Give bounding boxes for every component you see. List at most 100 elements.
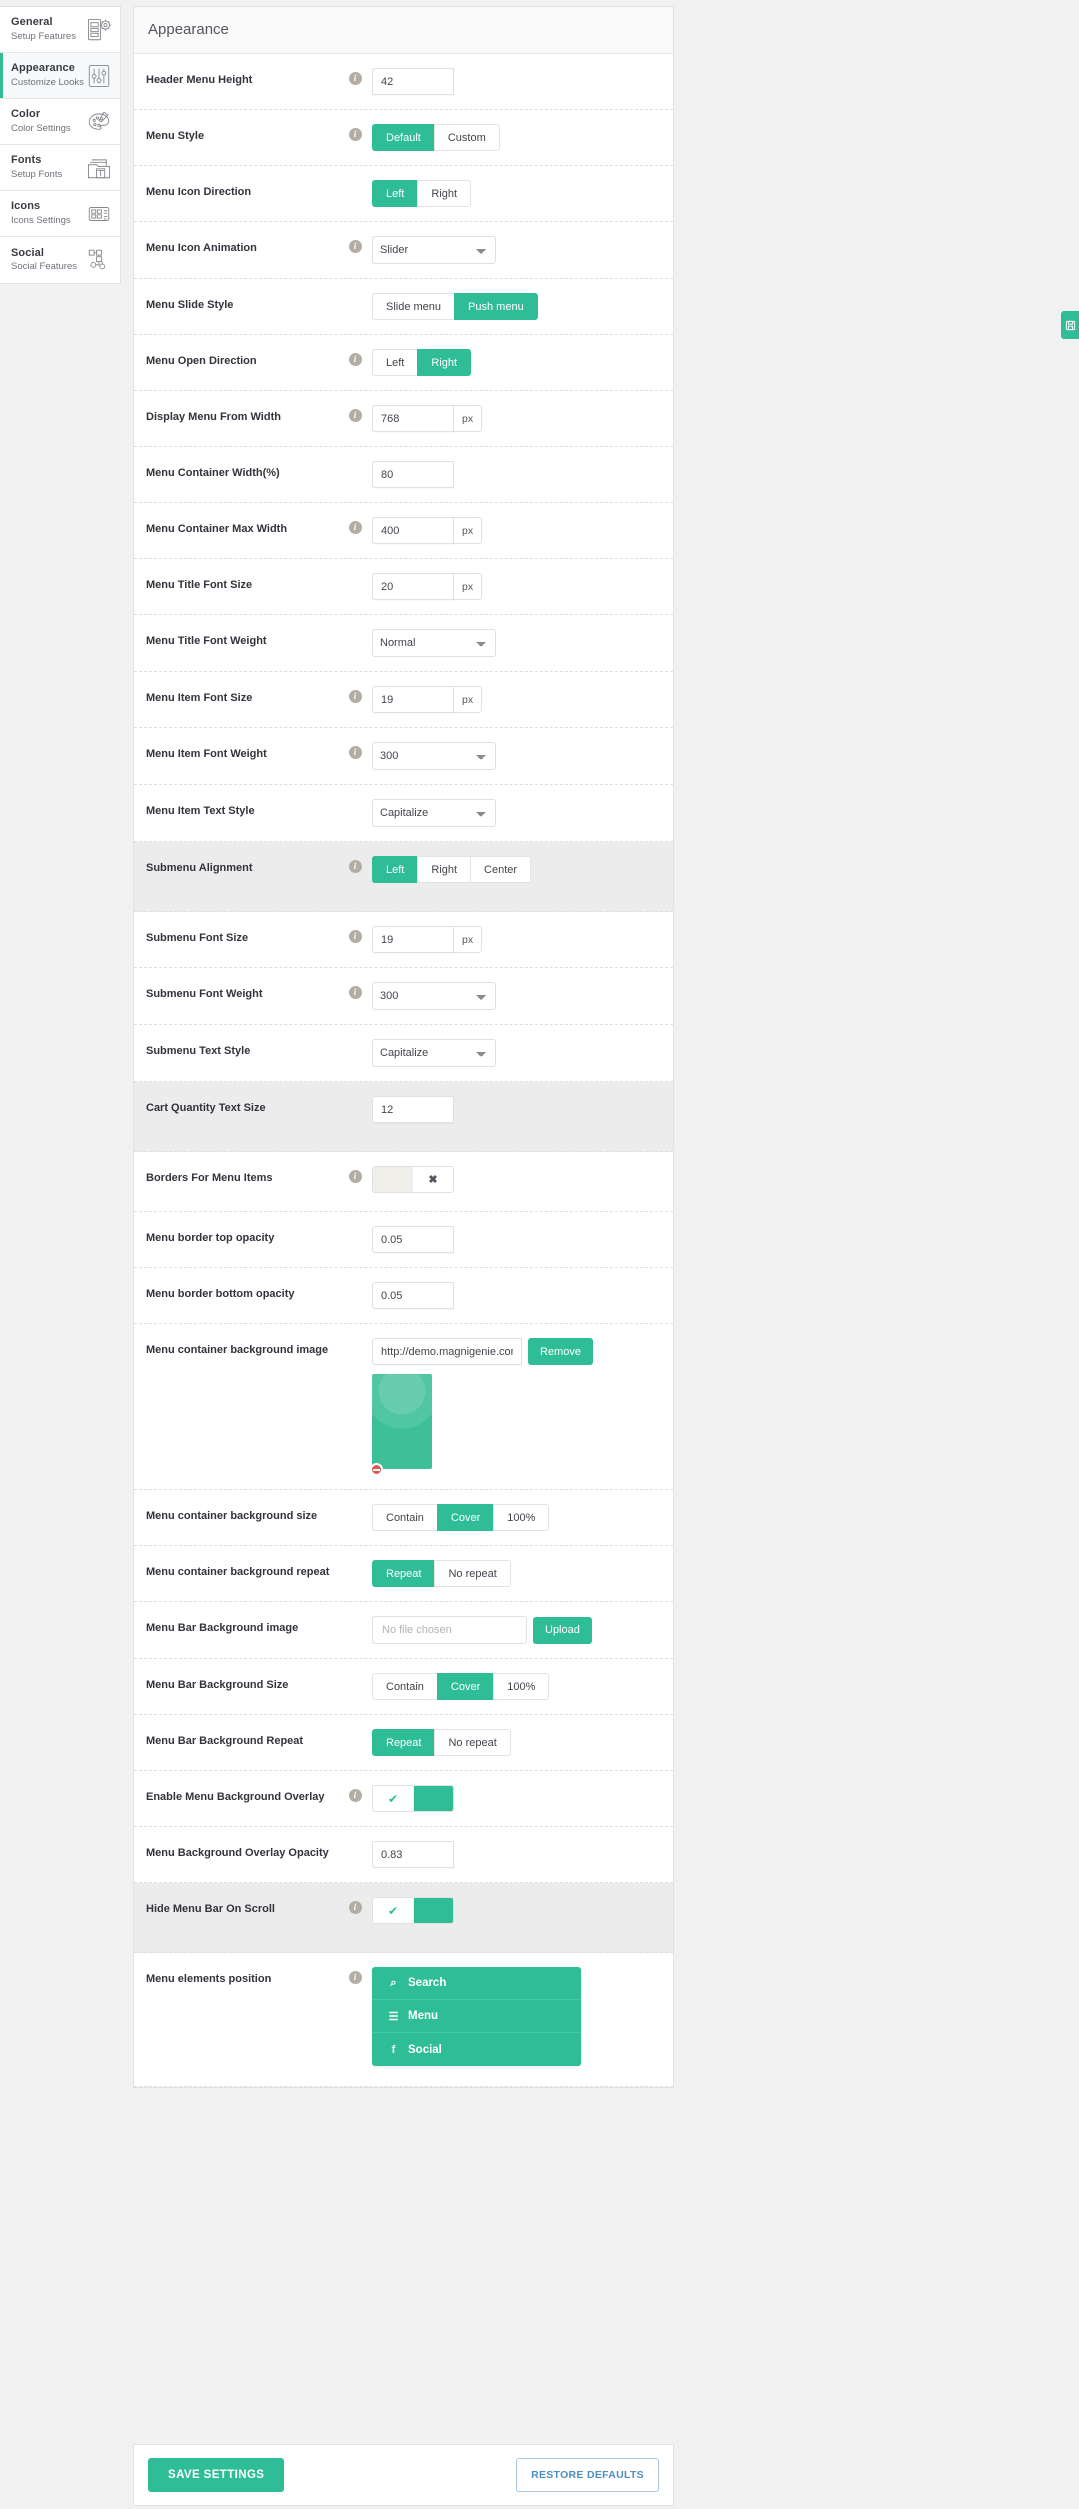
- option-right[interactable]: Right: [417, 349, 471, 376]
- menu-item-font-weight-select[interactable]: 100200300400500600700: [372, 742, 496, 770]
- info-icon[interactable]: i: [349, 860, 362, 873]
- option-custom[interactable]: Custom: [434, 124, 500, 151]
- menu-border-top-opacity-input[interactable]: [372, 1226, 454, 1253]
- option-cover[interactable]: Cover: [437, 1504, 493, 1531]
- info-icon[interactable]: i: [349, 986, 362, 999]
- menu-icon-animation-select[interactable]: SliderFadeNone: [372, 236, 496, 264]
- setting-row-menu-item-text-style: Menu Item Text StyleCapitalizeUppercaseL…: [134, 785, 673, 842]
- remove-image-button[interactable]: Remove: [528, 1338, 593, 1365]
- option-default[interactable]: Default: [372, 124, 434, 151]
- option-left[interactable]: Left: [372, 856, 417, 883]
- option-left[interactable]: Left: [372, 180, 417, 207]
- enable-menu-background-overlay-toggle[interactable]: ✔: [372, 1785, 454, 1812]
- submenu-font-weight-select[interactable]: 100200300400500600700: [372, 982, 496, 1010]
- option-right[interactable]: Right: [417, 180, 471, 207]
- sidebar-item-general[interactable]: GeneralSetup Features: [0, 7, 120, 53]
- sidebar-item-title: Social: [11, 247, 77, 261]
- setting-row-menu-border-bottom-opacity: Menu border bottom opacity: [134, 1268, 673, 1324]
- position-item-menu[interactable]: ☰Menu: [372, 2000, 581, 2033]
- submenu-text-style-select[interactable]: CapitalizeUppercaseLowercaseNone: [372, 1039, 496, 1067]
- option-100[interactable]: 100%: [493, 1673, 549, 1700]
- option-no-repeat[interactable]: No repeat: [434, 1729, 510, 1756]
- sidebar-item-icons[interactable]: IconsIcons Settings: [0, 191, 120, 237]
- option-contain[interactable]: Contain: [372, 1673, 437, 1700]
- sidebar-item-color[interactable]: ColorColor Settings: [0, 99, 120, 145]
- submenu-font-size-input[interactable]: [372, 926, 454, 953]
- info-icon[interactable]: i: [349, 1901, 362, 1914]
- info-icon[interactable]: i: [349, 1170, 362, 1183]
- info-slot: i: [341, 926, 369, 943]
- option-no-repeat[interactable]: No repeat: [434, 1560, 510, 1587]
- info-icon[interactable]: i: [349, 72, 362, 85]
- option-repeat[interactable]: Repeat: [372, 1560, 434, 1587]
- info-icon[interactable]: i: [349, 690, 362, 703]
- setting-row-menu-icon-direction: Menu Icon Direction LeftRight: [134, 166, 673, 222]
- file-chooser[interactable]: No file chosen: [372, 1616, 527, 1644]
- setting-row-hide-menu-bar-on-scroll: Hide Menu Bar On Scrolli✔: [134, 1883, 673, 1953]
- save-side-tab[interactable]: [1061, 311, 1079, 339]
- option-right[interactable]: Right: [417, 856, 470, 883]
- setting-label: Menu Bar Background Size: [146, 1673, 341, 1693]
- option-left[interactable]: Left: [372, 349, 417, 376]
- info-icon[interactable]: i: [349, 409, 362, 422]
- info-icon[interactable]: i: [349, 240, 362, 253]
- setting-control: [369, 1841, 661, 1868]
- header-menu-height-input[interactable]: [372, 68, 454, 95]
- info-icon[interactable]: i: [349, 353, 362, 366]
- info-icon[interactable]: i: [349, 521, 362, 534]
- menu-border-bottom-opacity-input[interactable]: [372, 1282, 454, 1309]
- setting-row-menu-icon-animation: Menu Icon AnimationiSliderFadeNone: [134, 222, 673, 279]
- search-icon: ⌕: [386, 1977, 401, 1990]
- info-icon[interactable]: i: [349, 1971, 362, 1984]
- menu-title-font-weight-select[interactable]: NormalBold300400500600: [372, 629, 496, 657]
- hide-menu-bar-on-scroll-toggle[interactable]: ✔: [372, 1897, 454, 1924]
- menu-item-font-size-input[interactable]: [372, 686, 454, 713]
- save-settings-button[interactable]: SAVE SETTINGS: [148, 2458, 284, 2492]
- setting-control: LeftRightCenter: [369, 856, 661, 883]
- option-100[interactable]: 100%: [493, 1504, 549, 1531]
- setting-label: Cart Quantity Text Size: [146, 1096, 341, 1116]
- option-center[interactable]: Center: [470, 856, 531, 883]
- sidebar-item-text: SocialSocial Features: [11, 247, 77, 274]
- sidebar-item-fonts[interactable]: FontsSetup Fonts: [0, 145, 120, 191]
- upload-button[interactable]: Upload: [533, 1617, 592, 1644]
- option-push-menu[interactable]: Push menu: [454, 293, 538, 320]
- setting-control: px: [369, 686, 661, 713]
- setting-control: Slide menuPush menu: [369, 293, 661, 320]
- setting-label: Menu Icon Direction: [146, 180, 341, 200]
- menu-background-overlay-opacity-input[interactable]: [372, 1841, 454, 1868]
- background-image-url-input[interactable]: [372, 1338, 522, 1365]
- display-menu-from-width-input[interactable]: [372, 405, 454, 432]
- cart-quantity-text-size-input[interactable]: [372, 1096, 454, 1123]
- menu-title-font-size-input[interactable]: [372, 573, 454, 600]
- restore-defaults-button[interactable]: RESTORE DEFAULTS: [516, 2458, 659, 2492]
- menu-container-width-input[interactable]: [372, 461, 454, 488]
- setting-label: Menu Bar Background image: [146, 1616, 341, 1636]
- menu-container-max-width-input[interactable]: [372, 517, 454, 544]
- option-contain[interactable]: Contain: [372, 1504, 437, 1531]
- menu-item-text-style-select[interactable]: CapitalizeUppercaseLowercaseNone: [372, 799, 496, 827]
- borders-for-menu-items-switch[interactable]: ✖: [372, 1166, 454, 1193]
- sidebar-item-appearance[interactable]: AppearanceCustomize Looks: [0, 53, 120, 99]
- menu-icon-direction-buttons: LeftRight: [372, 180, 471, 207]
- info-icon[interactable]: i: [349, 1789, 362, 1802]
- option-cover[interactable]: Cover: [437, 1673, 493, 1700]
- info-slot: i: [341, 856, 369, 873]
- setting-control: Remove: [369, 1338, 661, 1469]
- info-slot: i: [341, 982, 369, 999]
- option-repeat[interactable]: Repeat: [372, 1729, 434, 1756]
- info-icon[interactable]: i: [349, 128, 362, 141]
- option-slide-menu[interactable]: Slide menu: [372, 293, 454, 320]
- info-icon[interactable]: i: [349, 746, 362, 759]
- position-item-social[interactable]: fSocial: [372, 2033, 581, 2066]
- unit-label: px: [454, 926, 482, 953]
- sidebar-item-subtitle: Icons Settings: [11, 215, 71, 227]
- info-icon[interactable]: i: [349, 930, 362, 943]
- position-item-search[interactable]: ⌕Search: [372, 1967, 581, 2000]
- setting-control: [369, 1226, 661, 1253]
- menu-container-background-size-buttons: ContainCover100%: [372, 1504, 549, 1531]
- info-slot: [341, 1673, 369, 1677]
- sidebar-item-social[interactable]: SocialSocial Features: [0, 237, 120, 283]
- setting-control: [369, 461, 661, 488]
- remove-preview-icon[interactable]: [370, 1463, 383, 1476]
